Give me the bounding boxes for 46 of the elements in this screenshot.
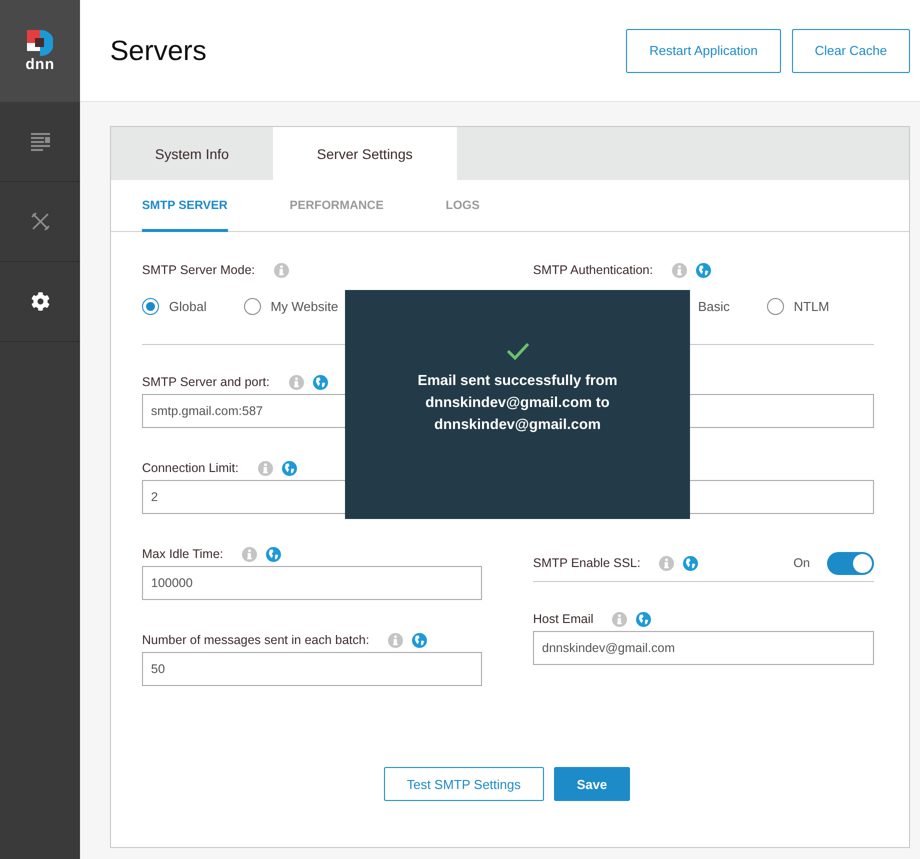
radio-option[interactable]: Global [142,298,207,314]
radio-option[interactable]: Basic [698,298,730,314]
info-icon[interactable] [274,262,290,278]
tools-icon[interactable] [30,212,50,231]
settings-icon[interactable] [30,292,50,311]
field-label: Number of messages sent in each batch: [142,633,370,647]
logo-text: dnn [26,58,54,72]
field-label: SMTP Authentication: [533,263,653,277]
info-icon[interactable] [388,632,404,648]
info-icon[interactable] [258,460,273,476]
globe-icon[interactable] [696,262,711,278]
header-button[interactable]: Clear Cache [792,28,910,72]
globe-icon[interactable] [266,546,282,562]
globe-icon[interactable] [412,632,428,648]
checkmark-icon [506,342,530,360]
field-label: Max Idle Time: [142,547,224,561]
info-icon[interactable] [659,556,674,570]
test-button[interactable]: Test SMTP Settings [384,767,544,801]
text-field[interactable]: 50 [142,652,482,686]
field-label: SMTP Enable SSL: [533,556,640,570]
toggle-state-text: On [793,556,810,570]
field-label: Connection Limit: [142,461,239,475]
info-icon[interactable] [672,262,687,278]
info-icon[interactable] [288,374,304,390]
document-lines-icon[interactable] [30,132,50,150]
radio-option[interactable]: My Website [244,298,338,314]
radio-option[interactable]: NTLM [766,298,830,314]
save-button[interactable]: Save [554,767,630,801]
tab[interactable]: System Info [111,127,273,180]
logo-icon [27,30,53,56]
globe-icon[interactable] [636,612,652,626]
field-label: SMTP Server and port: [142,375,270,389]
tab[interactable]: Server Settings [272,127,457,180]
page-title: Servers [110,34,208,66]
globe-icon[interactable] [312,374,328,390]
text-field[interactable]: dnnskindev@gmail.com [533,631,874,665]
info-icon[interactable] [242,546,258,562]
toggle-switch[interactable] [827,552,874,574]
field-label: SMTP Server Mode: [142,263,256,277]
globe-icon[interactable] [683,556,698,570]
sub-tab[interactable]: SMTP SERVER [142,180,228,232]
globe-icon[interactable] [282,460,297,476]
header-button[interactable]: Restart Application [626,28,781,72]
text-field[interactable]: 100000 [142,566,482,600]
field-label: Host Email [533,612,594,626]
info-icon[interactable] [612,612,628,626]
